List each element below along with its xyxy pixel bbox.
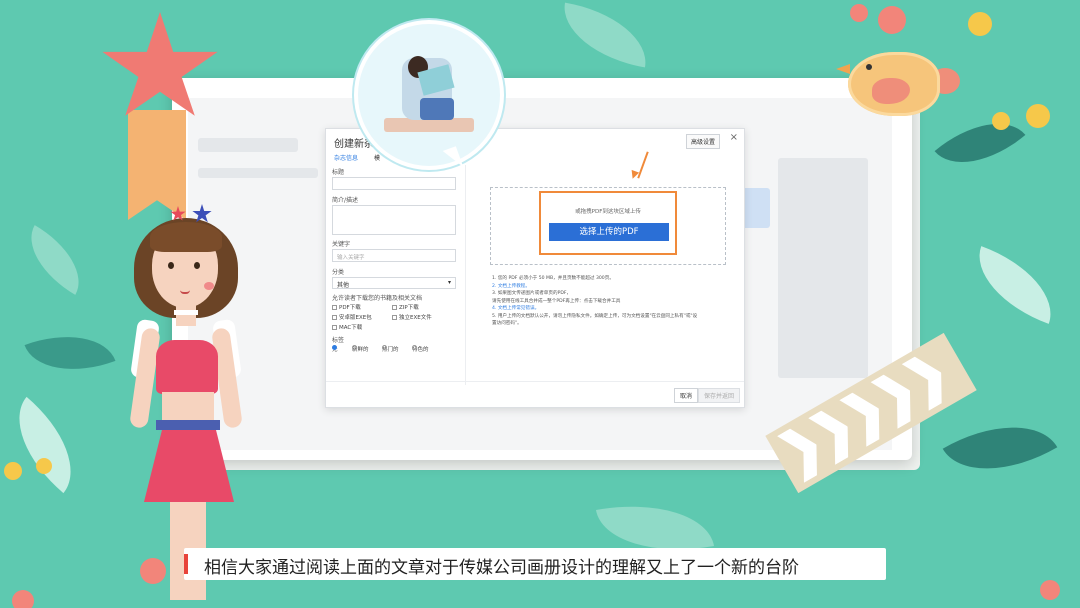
radio-featured[interactable]: 特色的: [412, 345, 429, 353]
leaf-decoration: [556, 2, 654, 68]
upload-notes: 1. 您的 PDF 必须小于 50 MB，并且页数不能超过 300页。 2. 文…: [492, 275, 728, 328]
checkbox-mac[interactable]: MAC下载: [332, 323, 362, 331]
subtitle-text: 相信大家通过阅读上面的文章对于传媒公司画册设计的理解又上了一个新的台阶: [204, 558, 799, 578]
tab-magazine-info[interactable]: 杂志信息: [334, 153, 358, 162]
title-label: 标题: [332, 169, 345, 176]
radio-none[interactable]: 无: [332, 345, 338, 353]
radio-hot[interactable]: 热门的: [382, 345, 399, 353]
dialog-footer: 取消 保存并返回: [326, 381, 744, 407]
mat-illustration: [384, 118, 474, 132]
note-line: 置访问密码"。: [492, 321, 522, 326]
berry-decoration: [968, 12, 992, 36]
checkbox-label: PDF下载: [339, 305, 361, 311]
screenshot-area: 创建新杂 高级设置 × 杂志信息 模 标题 简介/描述 关键字 输入关键字 分类…: [188, 98, 892, 450]
checkbox-box: [332, 315, 337, 320]
checkbox-box: [332, 305, 337, 310]
berry-decoration: [12, 590, 34, 608]
title-input[interactable]: [332, 177, 456, 190]
berry-decoration: [878, 6, 906, 34]
cheerleader-character: [120, 200, 260, 600]
leaf-decoration: [24, 317, 116, 389]
radio-dot: [412, 345, 417, 350]
radio-dot: [332, 345, 337, 350]
upload-drop-zone[interactable]: 或拖拽PDF到这块区域上传 选择上传的PDF: [490, 187, 726, 265]
blurred-panel: [778, 158, 868, 378]
close-icon[interactable]: ×: [730, 132, 738, 143]
description-textarea[interactable]: [332, 205, 456, 235]
leaf-decoration: [964, 246, 1066, 324]
select-pdf-button[interactable]: 选择上传的PDF: [549, 223, 669, 241]
note-line[interactable]: 2. 文档上传教程。: [492, 283, 728, 291]
checkbox-label: 安卓版EXE包: [339, 315, 372, 321]
category-select[interactable]: 其他 ▾: [332, 277, 456, 289]
blurred-text: [198, 138, 298, 152]
upload-highlight-box: 或拖拽PDF到这块区域上传 选择上传的PDF: [539, 191, 677, 255]
bird-beak: [836, 64, 850, 74]
leaf-decoration: [14, 225, 96, 295]
leaf-decoration: [942, 398, 1058, 498]
checkbox-label: 独立EXE文件: [399, 315, 432, 321]
description-label: 简介/描述: [332, 197, 359, 204]
leaf-decoration: [934, 99, 1026, 187]
cheek: [204, 282, 214, 290]
upload-hint: 或拖拽PDF到这块区域上传: [575, 209, 641, 215]
checkbox-box: [332, 325, 337, 330]
berry-decoration: [4, 462, 22, 480]
note-line[interactable]: 4. 文档上传常见错误。: [492, 305, 728, 313]
checkbox-box: [392, 305, 397, 310]
chevron-down-icon: ▾: [447, 279, 451, 286]
note-line: 请先使用在线工具合并成一整个PDF再上传：点击下载合并工具: [492, 298, 621, 304]
radio-dot: [352, 345, 357, 350]
create-magazine-dialog: 创建新杂 高级设置 × 杂志信息 模 标题 简介/描述 关键字 输入关键字 分类…: [325, 128, 745, 408]
eye: [194, 262, 200, 269]
note-line: 5. 用户上传的文档默认公开，请勿上传隐私文件。如确定上传，可为文档设置"在云盘…: [492, 313, 698, 319]
note-line: 1. 您的 PDF 必须小于 50 MB，并且页数不能超过 300页。: [492, 276, 614, 281]
subtitle-accent: [184, 554, 188, 574]
berry-decoration: [1040, 580, 1060, 600]
berry-decoration: [992, 112, 1010, 130]
arrow-head-icon: [628, 169, 640, 181]
top: [156, 340, 218, 394]
checkbox-android[interactable]: 安卓版EXE包: [332, 313, 372, 321]
keywords-input[interactable]: 输入关键字: [332, 249, 456, 262]
subtitle-bar: 相信大家通过阅读上面的文章对于传媒公司画册设计的理解又上了一个新的台阶: [184, 548, 886, 580]
radio-fresh[interactable]: 新鲜的: [352, 345, 369, 353]
checkbox-zip[interactable]: ZIP下载: [392, 303, 419, 311]
keywords-label: 关键字: [332, 241, 351, 248]
tags-label: 标签: [332, 337, 345, 344]
bangs: [150, 222, 222, 252]
choker: [174, 310, 198, 315]
save-button[interactable]: 保存并返回: [697, 388, 740, 403]
checkbox-box: [392, 315, 397, 320]
checkbox-label: MAC下载: [339, 325, 363, 331]
belt: [156, 420, 220, 430]
allow-download-label: 允许读者下载您的书籍及相关文档: [332, 295, 423, 302]
form-column: 标题 简介/描述 关键字 输入关键字 分类 其他 ▾ 允许读者下载您的书籍及相关…: [326, 165, 466, 385]
tab-template[interactable]: 模: [374, 153, 380, 162]
reader-illustration: [420, 98, 454, 120]
checkbox-label: ZIP下载: [399, 305, 419, 311]
berry-decoration: [1026, 104, 1050, 128]
radio-dot: [382, 345, 387, 350]
cancel-button[interactable]: 取消: [673, 388, 698, 403]
eye: [168, 262, 174, 269]
belly: [162, 392, 214, 422]
arrow-indicator: [637, 151, 649, 179]
berry-decoration: [850, 4, 868, 22]
checkbox-exe[interactable]: 独立EXE文件: [392, 313, 432, 321]
bird-eye: [866, 64, 872, 70]
note-line: 3. 如果图文传递图片或者单页的PDF，: [492, 291, 572, 296]
berry-decoration: [36, 458, 52, 474]
category-label: 分类: [332, 269, 345, 276]
blurred-text: [198, 168, 318, 178]
advanced-settings-button[interactable]: 高级设置: [685, 134, 720, 149]
category-value: 其他: [337, 282, 350, 289]
skirt: [144, 430, 234, 502]
checkbox-pdf[interactable]: PDF下载: [332, 303, 361, 311]
